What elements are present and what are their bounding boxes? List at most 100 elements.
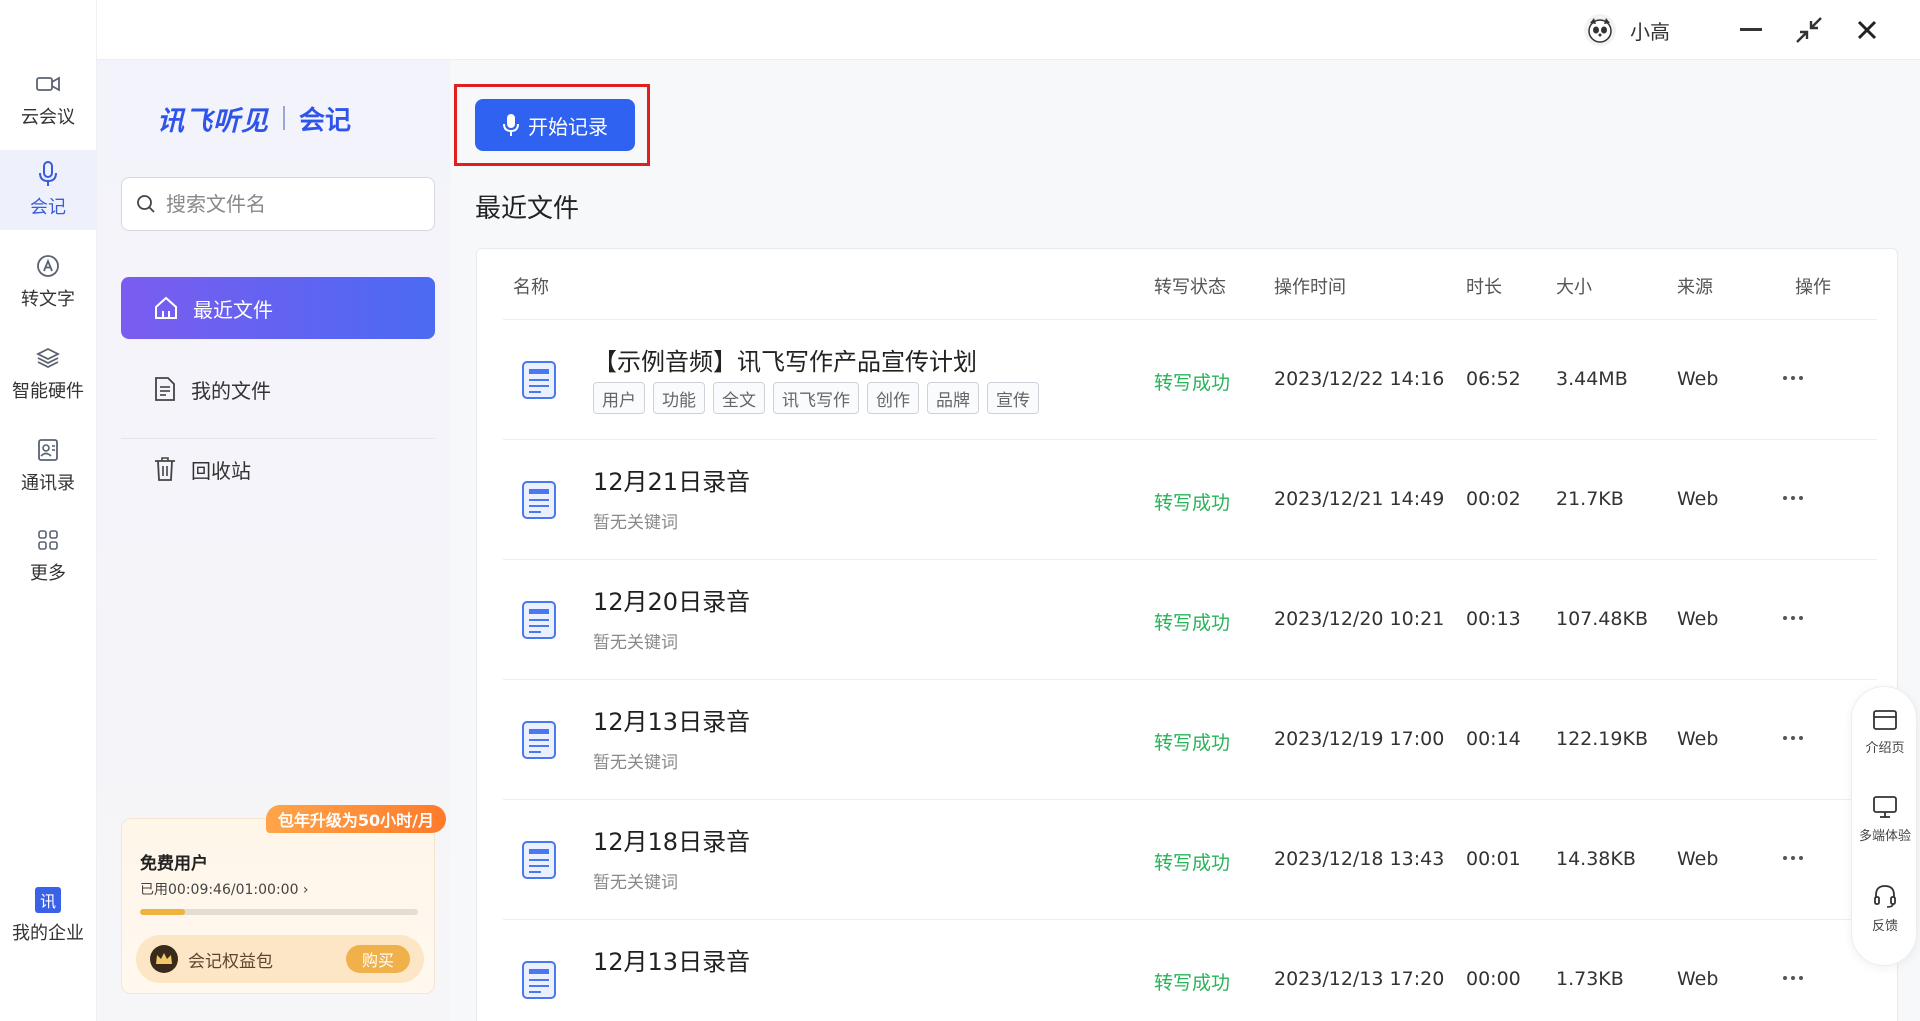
more-actions-button[interactable] bbox=[1773, 724, 1813, 752]
rail-item-notes[interactable]: 会记 bbox=[0, 150, 96, 230]
more-dot-icon bbox=[1799, 736, 1803, 740]
more-dot-icon bbox=[1783, 976, 1787, 980]
document-icon bbox=[521, 720, 557, 760]
file-name: 【示例音频】讯飞写作产品宣传计划 bbox=[593, 348, 977, 376]
col-time: 操作时间 bbox=[1274, 277, 1346, 298]
keyword-tag[interactable]: 创作 bbox=[867, 382, 919, 414]
operation-time: 2023/12/13 17:20 bbox=[1274, 968, 1445, 990]
more-actions-button[interactable] bbox=[1773, 484, 1813, 512]
rail-item-label: 云会议 bbox=[21, 107, 75, 128]
nav-recent-files[interactable]: 最近文件 bbox=[121, 277, 435, 339]
rail-item-label: 智能硬件 bbox=[12, 381, 84, 402]
search-icon bbox=[137, 195, 155, 213]
keyword-tag[interactable]: 讯飞写作 bbox=[773, 382, 859, 414]
keyword-tag[interactable]: 功能 bbox=[653, 382, 705, 414]
brand-logo: 讯飞听见 会记 bbox=[157, 98, 351, 138]
rail-item-more[interactable]: 更多 bbox=[0, 516, 96, 596]
intro-page-button[interactable]: 介绍页 bbox=[1852, 709, 1918, 756]
feedback-button[interactable]: 反馈 bbox=[1852, 883, 1918, 934]
layers-icon bbox=[35, 345, 61, 371]
table-row[interactable]: 12月21日录音 暂无关键词 转写成功 2023/12/21 14:49 00:02 21… bbox=[503, 439, 1877, 559]
more-actions-button[interactable] bbox=[1773, 964, 1813, 992]
usage-text: 已用00:09:46/01:00:00 bbox=[140, 882, 299, 898]
col-name: 名称 bbox=[513, 277, 549, 298]
col-source: 来源 bbox=[1677, 277, 1713, 298]
nav-recycle-bin[interactable]: 回收站 bbox=[121, 438, 435, 500]
start-recording-button[interactable]: 开始记录 bbox=[475, 99, 635, 151]
document-icon bbox=[521, 600, 557, 640]
more-dot-icon bbox=[1791, 736, 1795, 740]
table-row[interactable]: 12月13日录音 暂无关键词 转写成功 2023/12/19 17:00 00:14 12… bbox=[503, 679, 1877, 799]
transcribe-status: 转写成功 bbox=[1154, 972, 1231, 994]
close-button[interactable] bbox=[1849, 12, 1885, 48]
more-dot-icon bbox=[1791, 856, 1795, 860]
search-box bbox=[121, 177, 435, 231]
transcribe-status: 转写成功 bbox=[1154, 372, 1231, 394]
document-icon bbox=[521, 960, 557, 1000]
document-icon bbox=[521, 480, 557, 520]
col-status: 转写状态 bbox=[1154, 277, 1226, 298]
rail-item-contacts[interactable]: 通讯录 bbox=[0, 426, 96, 506]
usage-link[interactable]: 已用00:09:46/01:00:00 › bbox=[140, 879, 309, 899]
nav-label: 最近文件 bbox=[193, 297, 273, 322]
benefit-pack-label: 会记权益包 bbox=[188, 951, 273, 972]
file-name: 12月13日录音 bbox=[593, 948, 751, 976]
more-dot-icon bbox=[1799, 496, 1803, 500]
minimize-button[interactable] bbox=[1733, 12, 1769, 48]
more-dot-icon bbox=[1791, 376, 1795, 380]
nav-my-files[interactable]: 我的文件 bbox=[121, 358, 435, 420]
more-actions-button[interactable] bbox=[1773, 844, 1813, 872]
crown-icon bbox=[150, 945, 178, 973]
user-menu[interactable]: 小高 bbox=[1584, 14, 1670, 46]
table-row[interactable]: 12月13日录音 转写成功 2023/12/13 17:20 00:00 1.73KB W… bbox=[503, 919, 1877, 1021]
rail-item-enterprise[interactable]: 讯 我的企业 bbox=[0, 876, 96, 956]
username: 小高 bbox=[1630, 19, 1670, 44]
files-table: 名称 转写状态 操作时间 时长 大小 来源 操作 【示例音频】讯飞写作产品宣传计… bbox=[476, 248, 1898, 1021]
operation-time: 2023/12/19 17:00 bbox=[1274, 728, 1445, 750]
rail-item-meeting[interactable]: 云会议 bbox=[0, 60, 96, 140]
rail-item-label: 会记 bbox=[30, 197, 66, 218]
collapse-arrows-icon bbox=[1796, 17, 1822, 43]
restore-button[interactable] bbox=[1791, 12, 1827, 48]
plan-title: 免费用户 bbox=[140, 854, 208, 874]
more-dot-icon bbox=[1799, 856, 1803, 860]
col-actions: 操作 bbox=[1795, 277, 1831, 298]
more-dot-icon bbox=[1783, 616, 1787, 620]
document-icon bbox=[521, 840, 557, 880]
file-size: 14.38KB bbox=[1556, 848, 1636, 870]
operation-time: 2023/12/18 13:43 bbox=[1274, 848, 1445, 870]
file-name: 12月20日录音 bbox=[593, 588, 751, 616]
rail-item-transcribe[interactable]: 转文字 bbox=[0, 242, 96, 322]
more-dot-icon bbox=[1799, 376, 1803, 380]
file-name: 12月13日录音 bbox=[593, 708, 751, 736]
keyword-tag[interactable]: 用户 bbox=[593, 382, 645, 414]
file-size: 21.7KB bbox=[1556, 488, 1624, 510]
search-input[interactable] bbox=[166, 192, 406, 216]
microphone-icon bbox=[503, 114, 519, 136]
more-dot-icon bbox=[1783, 736, 1787, 740]
table-row[interactable]: 12月20日录音 暂无关键词 转写成功 2023/12/20 10:21 00:13 10… bbox=[503, 559, 1877, 679]
file-name: 12月18日录音 bbox=[593, 828, 751, 856]
upgrade-badge[interactable]: 包年升级为50小时/月 bbox=[265, 805, 446, 833]
keyword-tag[interactable]: 宣传 bbox=[987, 382, 1039, 414]
rail-item-label: 通讯录 bbox=[21, 473, 75, 494]
multi-device-button[interactable]: 多端体验 bbox=[1852, 795, 1918, 844]
file-size: 3.44MB bbox=[1556, 368, 1628, 390]
file-source: Web bbox=[1677, 488, 1719, 510]
rail-item-hardware[interactable]: 智能硬件 bbox=[0, 334, 96, 414]
minimize-icon bbox=[1740, 28, 1762, 31]
table-row[interactable]: 12月18日录音 暂无关键词 转写成功 2023/12/18 13:43 00:01 14… bbox=[503, 799, 1877, 919]
more-actions-button[interactable] bbox=[1773, 364, 1813, 392]
floating-toolbar: 介绍页 多端体验 反馈 bbox=[1851, 686, 1917, 966]
buy-button[interactable]: 购买 bbox=[345, 945, 410, 973]
transcribe-status: 转写成功 bbox=[1154, 492, 1231, 514]
file-name: 12月21日录音 bbox=[593, 468, 751, 496]
plan-card: 包年升级为50小时/月 免费用户 已用00:09:46/01:00:00 › 会… bbox=[121, 805, 446, 994]
grid-icon bbox=[35, 527, 61, 553]
title-bar: 小高 bbox=[97, 0, 1920, 60]
more-dot-icon bbox=[1799, 616, 1803, 620]
more-actions-button[interactable] bbox=[1773, 604, 1813, 632]
table-row[interactable]: 【示例音频】讯飞写作产品宣传计划 用户 功能 全文 讯飞写作 创作 品牌 宣传 转写成功 2023… bbox=[503, 319, 1877, 439]
keyword-tag[interactable]: 品牌 bbox=[927, 382, 979, 414]
keyword-tag[interactable]: 全文 bbox=[713, 382, 765, 414]
